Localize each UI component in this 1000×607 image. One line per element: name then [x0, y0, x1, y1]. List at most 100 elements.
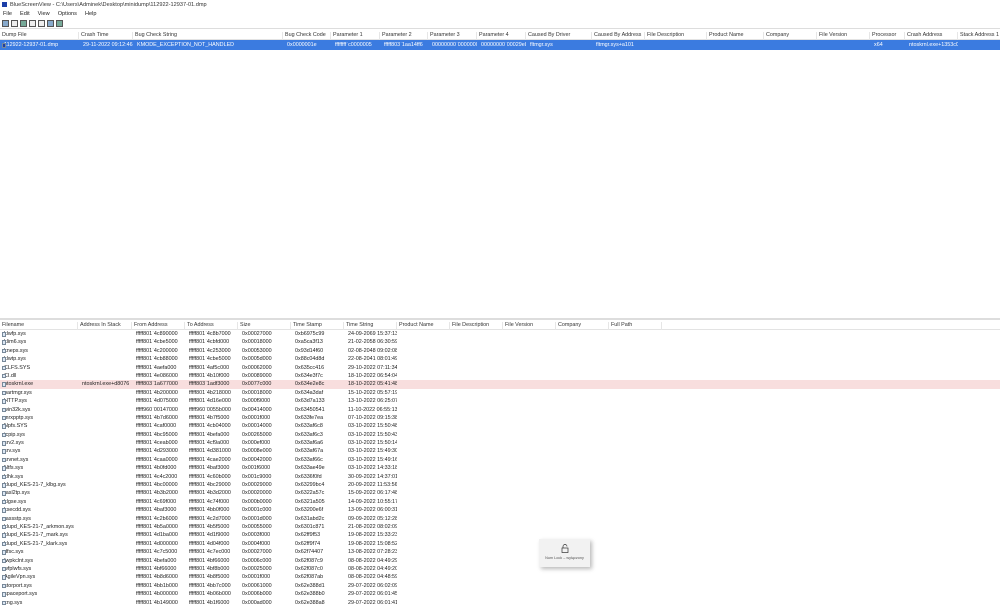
menu-file[interactable]: File	[3, 11, 12, 17]
column-header[interactable]: Crash Time	[79, 32, 133, 40]
properties-icon[interactable]	[2, 19, 9, 27]
table-cell: 0x633af67a	[291, 448, 344, 454]
column-header[interactable]: Time Stamp	[291, 322, 344, 330]
file-name: partmgr.sys	[4, 389, 32, 396]
table-cell: 0x631abd2c	[291, 516, 344, 522]
table-row[interactable]: tcpip.sys fffff801`4bc95000 fffff801`4befa…	[0, 431, 1000, 439]
table-row[interactable]: fwpkclnt.sys fffff801`4befa000 fffff801`4b…	[0, 557, 1000, 565]
table-row[interactable]: klupd_KES-21-7_arkmon.sys fffff801`4b5a00…	[0, 523, 1000, 531]
table-row[interactable]: spaceport.sys fffff801`4b000000 fffff801`4…	[0, 590, 1000, 598]
file-name: rasl2tp.sys	[4, 490, 30, 497]
table-row[interactable]: klim6.sys fffff801`4cbe5000 fffff801`4cbfd…	[0, 338, 1000, 346]
column-header[interactable]: Full Path	[609, 322, 662, 330]
column-header[interactable]: File Description	[645, 32, 707, 40]
cell-value: 0x0005d000	[242, 356, 272, 363]
table-row[interactable]: 112922-12937-01.dmp 29-11-2022 09:12:46 KM…	[0, 40, 1000, 50]
column-header[interactable]: Processor	[870, 32, 905, 40]
table-row[interactable]: klhk.sys fffff801`4c4c2000 fffff801`4c60b0…	[0, 473, 1000, 481]
table-row[interactable]: Ntfs.sys fffff801`4b0fd000 fffff801`4baf30…	[0, 464, 1000, 472]
table-row[interactable]: win32k.sys fffff960`00147000 fffff960`0055…	[0, 406, 1000, 414]
table-row[interactable]: srvnet.sys fffff801`4caa0000 fffff801`4cae…	[0, 456, 1000, 464]
table-row[interactable]: mrxpptp.sys fffff801`4b7d6000 fffff801`4b7…	[0, 414, 1000, 422]
table-row[interactable]: wfplwfs.sys fffff801`4bf66000 fffff801`4bf…	[0, 565, 1000, 573]
cell-value: 0x00027000	[242, 549, 272, 556]
column-header[interactable]: Parameter 2	[380, 32, 428, 40]
menu-help[interactable]: Help	[85, 11, 97, 17]
table-row[interactable]: HTTP.sys fffff801`4d075000 fffff801`4d16e0…	[0, 397, 1000, 405]
column-header[interactable]: To Address	[185, 322, 238, 330]
refresh-icon[interactable]	[47, 19, 54, 27]
column-header[interactable]: Bug Check Code	[283, 32, 331, 40]
table-row[interactable]: klgse.sys fffff801`4c69f000 fffff801`4c74f…	[0, 498, 1000, 506]
driver-file-icon	[2, 457, 6, 463]
save-icon[interactable]	[11, 19, 18, 27]
column-header[interactable]: Dump File	[0, 32, 79, 40]
table-row[interactable]: Npfs.SYS fffff801`4caf0000 fffff801`4cb040…	[0, 422, 1000, 430]
column-header[interactable]: Address In Stack	[78, 322, 132, 330]
table-row[interactable]: CLFS.SYS fffff801`4aefa000 fffff801`4af5c0…	[0, 364, 1000, 372]
table-cell: 0x63450541	[291, 407, 344, 413]
table-cell: fffff801`4b000000	[132, 591, 185, 597]
file-name: AgileVpn.sys	[4, 574, 36, 581]
cell-value: fffff801`4bc00000	[136, 482, 178, 489]
column-header[interactable]: Caused By Driver	[526, 32, 592, 40]
column-header[interactable]: Bug Check String	[133, 32, 283, 40]
table-cell: fffff801`4b8d6000	[132, 574, 185, 580]
column-header[interactable]: Company	[556, 322, 609, 330]
column-header[interactable]: Stack Address 1	[958, 32, 1000, 40]
column-header[interactable]: Size	[238, 322, 291, 330]
crash-list[interactable]: Dump File Crash Time Bug Check String Bug C…	[0, 30, 1000, 314]
driver-list[interactable]: Filename Address In Stack From Address To A…	[0, 318, 1000, 607]
table-row[interactable]: AgileVpn.sys fffff801`4b8d6000 fffff801`4b…	[0, 573, 1000, 581]
table-cell: 0x00018000	[238, 339, 291, 345]
table-row[interactable]: klupd_KES-21-7_mark.sys fffff801`4d1ba000…	[0, 531, 1000, 539]
copy-icon[interactable]	[29, 19, 36, 27]
column-header[interactable]: Company	[764, 32, 817, 40]
column-header[interactable]: Product Name	[397, 322, 450, 330]
column-header[interactable]: Crash Address	[905, 32, 958, 40]
column-header[interactable]: Parameter 3	[428, 32, 477, 40]
html-report-icon[interactable]	[20, 19, 27, 27]
column-header[interactable]: Time String	[344, 322, 397, 330]
options-icon[interactable]	[38, 19, 45, 27]
table-cell: 20-09-2022 11:53:56	[344, 482, 397, 488]
table-row[interactable]: srv.sys fffff801`4d293000 fffff801`4d38100…	[0, 447, 1000, 455]
table-cell: 0x0001c000	[238, 507, 291, 513]
table-row[interactable]: klupd_KES-21-7_klark.sys fffff801`4d00000…	[0, 540, 1000, 548]
table-row[interactable]: rassstp.sys fffff801`4c2b6000 fffff801`4c2…	[0, 515, 1000, 523]
cell-value: 29-11-2022 09:12:46	[83, 41, 133, 48]
column-header[interactable]: Product Name	[707, 32, 764, 40]
column-header[interactable]: From Address	[132, 322, 185, 330]
table-cell: fffff801`4c890000	[132, 331, 185, 337]
menu-edit[interactable]: Edit	[20, 11, 30, 17]
table-row[interactable]: klwtp.sys fffff801`4cb88000 fffff801`4cbe5…	[0, 355, 1000, 363]
cell-value: 0x633ae49e	[295, 465, 325, 472]
menu-options[interactable]: Options	[58, 11, 77, 17]
table-row[interactable]: ksecdd.sys fffff801`4baf3000 fffff801`4bb0…	[0, 506, 1000, 514]
cell-value: 08-08-2022 04:49:29	[348, 557, 397, 564]
column-header[interactable]: File Version	[817, 32, 870, 40]
table-row[interactable]: partmgr.sys fffff801`4b200000 fffff801`4b2…	[0, 389, 1000, 397]
cell-value	[80, 356, 82, 362]
table-row[interactable]: rasl2tp.sys fffff801`4b3b2000 fffff801`4b3…	[0, 489, 1000, 497]
column-header[interactable]: Parameter 1	[331, 32, 380, 40]
file-name: CLFS.SYS	[4, 364, 31, 371]
cell-value: 0x00014000	[242, 423, 272, 430]
table-row[interactable]: klupd_KES-21-7_klbg.sys fffff801`4bc00000…	[0, 481, 1000, 489]
exit-icon[interactable]	[56, 19, 63, 27]
cell-value: fffff801`4c69f000	[136, 498, 177, 505]
column-header[interactable]: File Version	[503, 322, 556, 330]
table-row[interactable]: dfsc.sys fffff801`4c7c5000 fffff801`4c7ec0…	[0, 548, 1000, 556]
column-header[interactable]: Parameter 4	[477, 32, 526, 40]
table-row[interactable]: klwfp.sys fffff801`4c890000 fffff801`4c8b7…	[0, 330, 1000, 338]
table-row[interactable]: CI.dll fffff801`4e086000 fffff801`4b10f000…	[0, 372, 1000, 380]
table-row[interactable]: cng.sys fffff801`4b149000 fffff801`4b1f600…	[0, 599, 1000, 607]
menu-view[interactable]: View	[38, 11, 50, 17]
table-row[interactable]: storport.sys fffff801`4bb1b000 fffff801`4b…	[0, 582, 1000, 590]
table-row[interactable]: kneps.sys fffff801`4c200000 fffff801`4c253…	[0, 347, 1000, 355]
table-row[interactable]: srv2.sys fffff801`4ceab000 fffff801`4cf9a0…	[0, 439, 1000, 447]
column-header[interactable]: Filename	[0, 322, 78, 330]
table-row[interactable]: ntoskrnl.exe ntoskrnl.exe+d8076 fffff803`1…	[0, 380, 1000, 389]
column-header[interactable]: Caused By Address	[592, 32, 645, 40]
column-header[interactable]: File Description	[450, 322, 503, 330]
